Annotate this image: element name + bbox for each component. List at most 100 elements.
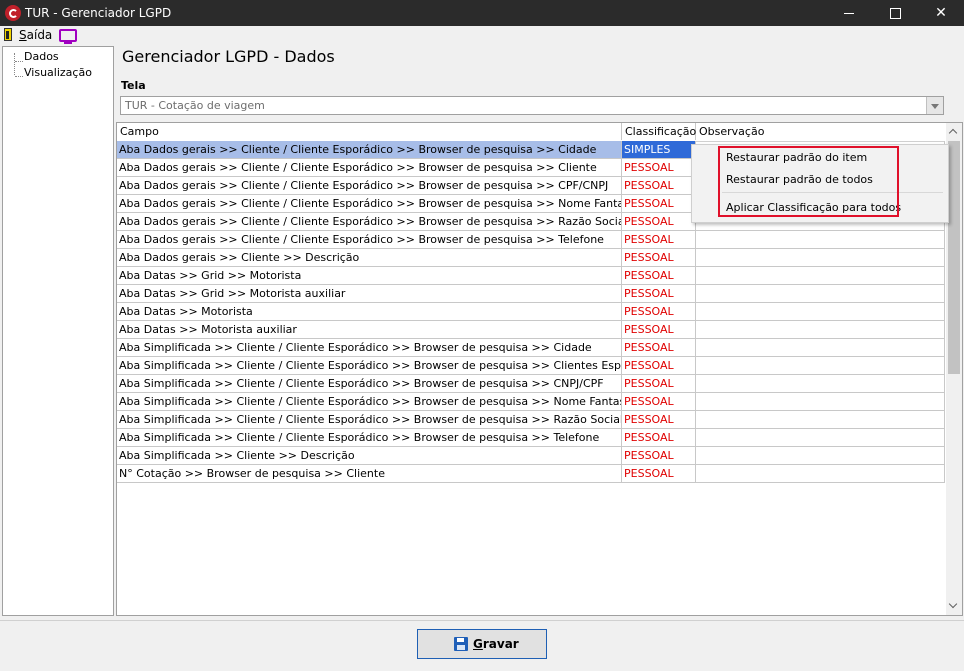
close-button[interactable]: ✕: [918, 0, 964, 26]
cell-classificacao[interactable]: PESSOAL: [622, 357, 696, 375]
cell-classificacao[interactable]: PESSOAL: [622, 285, 696, 303]
cell-classificacao[interactable]: SIMPLES: [622, 141, 696, 159]
cell-campo[interactable]: Aba Dados gerais >> Cliente / Cliente Es…: [117, 195, 622, 213]
cell-classificacao[interactable]: PESSOAL: [622, 465, 696, 483]
table-row[interactable]: Aba Simplificada >> Cliente / Cliente Es…: [117, 393, 945, 411]
cell-classificacao[interactable]: PESSOAL: [622, 411, 696, 429]
table-row[interactable]: Aba Datas >> Grid >> Motorista PESSOAL: [117, 267, 945, 285]
tree-connector: [15, 61, 23, 62]
cell-observacao[interactable]: [696, 357, 945, 375]
cell-campo[interactable]: Aba Simplificada >> Cliente / Cliente Es…: [117, 357, 622, 375]
cell-observacao[interactable]: [696, 393, 945, 411]
column-header-observacao[interactable]: Observação: [696, 123, 945, 140]
table-row[interactable]: Aba Simplificada >> Cliente / Cliente Es…: [117, 357, 945, 375]
cell-classificacao[interactable]: PESSOAL: [622, 195, 696, 213]
cell-campo[interactable]: Aba Datas >> Grid >> Motorista: [117, 267, 622, 285]
cell-classificacao[interactable]: PESSOAL: [622, 375, 696, 393]
cell-campo[interactable]: Aba Simplificada >> Cliente >> Descrição: [117, 447, 622, 465]
cell-campo[interactable]: Aba Simplificada >> Cliente / Cliente Es…: [117, 339, 622, 357]
cell-classificacao[interactable]: PESSOAL: [622, 267, 696, 285]
footer-divider: [0, 620, 964, 621]
menu-item-exit[interactable]: Saída: [19, 28, 52, 42]
cell-campo[interactable]: Aba Datas >> Motorista auxiliar: [117, 321, 622, 339]
cell-campo[interactable]: Aba Simplificada >> Cliente / Cliente Es…: [117, 393, 622, 411]
cell-campo[interactable]: Aba Simplificada >> Cliente / Cliente Es…: [117, 375, 622, 393]
save-label-text: ravar: [482, 637, 519, 651]
cell-observacao[interactable]: [696, 321, 945, 339]
cell-observacao[interactable]: [696, 429, 945, 447]
table-row[interactable]: Aba Datas >> Motorista PESSOAL: [117, 303, 945, 321]
cell-campo[interactable]: Aba Dados gerais >> Cliente / Cliente Es…: [117, 159, 622, 177]
table-row[interactable]: Aba Simplificada >> Cliente / Cliente Es…: [117, 429, 945, 447]
save-button[interactable]: Gravar: [417, 629, 547, 659]
highlight-box: [718, 146, 899, 217]
tela-select[interactable]: TUR - Cotação de viagem: [120, 96, 944, 115]
cell-campo[interactable]: Aba Datas >> Grid >> Motorista auxiliar: [117, 285, 622, 303]
cell-classificacao[interactable]: PESSOAL: [622, 393, 696, 411]
cell-classificacao[interactable]: PESSOAL: [622, 213, 696, 231]
exit-accelerator: S: [19, 28, 27, 42]
column-header-classificacao[interactable]: Classificação: [622, 123, 696, 140]
cell-observacao[interactable]: [696, 303, 945, 321]
table-row[interactable]: N° Cotação >> Browser de pesquisa >> Cli…: [117, 465, 945, 483]
grid-header: Campo Classificação Observação: [117, 123, 945, 142]
cell-classificacao[interactable]: PESSOAL: [622, 321, 696, 339]
tree-item-visualizacao[interactable]: Visualização: [24, 66, 92, 79]
cell-observacao[interactable]: [696, 285, 945, 303]
tree-connector: [14, 53, 15, 75]
maximize-button[interactable]: [872, 0, 918, 26]
cell-campo[interactable]: Aba Simplificada >> Cliente / Cliente Es…: [117, 411, 622, 429]
scrollbar-thumb[interactable]: [948, 141, 960, 374]
cell-campo[interactable]: Aba Dados gerais >> Cliente >> Descrição: [117, 249, 622, 267]
exit-door-icon[interactable]: [4, 28, 12, 41]
monitor-icon[interactable]: [59, 29, 77, 44]
cell-classificacao[interactable]: PESSOAL: [622, 177, 696, 195]
table-row[interactable]: Aba Simplificada >> Cliente / Cliente Es…: [117, 375, 945, 393]
save-accelerator: G: [473, 637, 483, 651]
navigation-tree: Dados Visualização: [2, 46, 114, 616]
page-title: Gerenciador LGPD - Dados: [122, 47, 335, 66]
cell-observacao[interactable]: [696, 339, 945, 357]
cell-observacao[interactable]: [696, 375, 945, 393]
minimize-icon: [844, 12, 854, 14]
cell-classificacao[interactable]: PESSOAL: [622, 249, 696, 267]
cell-observacao[interactable]: [696, 447, 945, 465]
close-icon: ✕: [935, 5, 947, 21]
cell-campo[interactable]: Aba Dados gerais >> Cliente / Cliente Es…: [117, 177, 622, 195]
cell-classificacao[interactable]: PESSOAL: [622, 447, 696, 465]
cell-campo[interactable]: Aba Dados gerais >> Cliente / Cliente Es…: [117, 141, 622, 159]
cell-observacao[interactable]: [696, 411, 945, 429]
table-row[interactable]: Aba Datas >> Grid >> Motorista auxiliar P…: [117, 285, 945, 303]
cell-classificacao[interactable]: PESSOAL: [622, 231, 696, 249]
cell-observacao[interactable]: [696, 231, 945, 249]
cell-observacao[interactable]: [696, 465, 945, 483]
cell-campo[interactable]: Aba Dados gerais >> Cliente / Cliente Es…: [117, 231, 622, 249]
menu-bar: [0, 26, 964, 44]
save-button-label: Gravar: [473, 637, 519, 651]
cell-classificacao[interactable]: PESSOAL: [622, 159, 696, 177]
cell-observacao[interactable]: [696, 267, 945, 285]
scroll-up-icon[interactable]: [946, 124, 962, 140]
app-logo-icon: [5, 5, 21, 21]
table-row[interactable]: Aba Dados gerais >> Cliente / Cliente Es…: [117, 231, 945, 249]
exit-label-text: aída: [26, 28, 53, 42]
table-row[interactable]: Aba Simplificada >> Cliente / Cliente Es…: [117, 411, 945, 429]
column-header-campo[interactable]: Campo: [117, 123, 622, 140]
cell-campo[interactable]: Aba Simplificada >> Cliente / Cliente Es…: [117, 429, 622, 447]
cell-classificacao[interactable]: PESSOAL: [622, 339, 696, 357]
cell-campo[interactable]: Aba Dados gerais >> Cliente / Cliente Es…: [117, 213, 622, 231]
table-row[interactable]: Aba Simplificada >> Cliente >> Descrição…: [117, 447, 945, 465]
table-row[interactable]: Aba Datas >> Motorista auxiliar PESSOAL: [117, 321, 945, 339]
cell-campo[interactable]: N° Cotação >> Browser de pesquisa >> Cli…: [117, 465, 622, 483]
cell-observacao[interactable]: [696, 249, 945, 267]
cell-classificacao[interactable]: PESSOAL: [622, 429, 696, 447]
table-row[interactable]: Aba Simplificada >> Cliente / Cliente Es…: [117, 339, 945, 357]
scroll-down-icon[interactable]: [946, 598, 962, 614]
table-row[interactable]: Aba Dados gerais >> Cliente >> Descrição…: [117, 249, 945, 267]
cell-campo[interactable]: Aba Datas >> Motorista: [117, 303, 622, 321]
tree-item-dados[interactable]: Dados: [24, 50, 59, 63]
minimize-button[interactable]: [826, 0, 872, 26]
tela-label: Tela: [121, 79, 146, 92]
chevron-down-icon[interactable]: [926, 97, 943, 114]
cell-classificacao[interactable]: PESSOAL: [622, 303, 696, 321]
